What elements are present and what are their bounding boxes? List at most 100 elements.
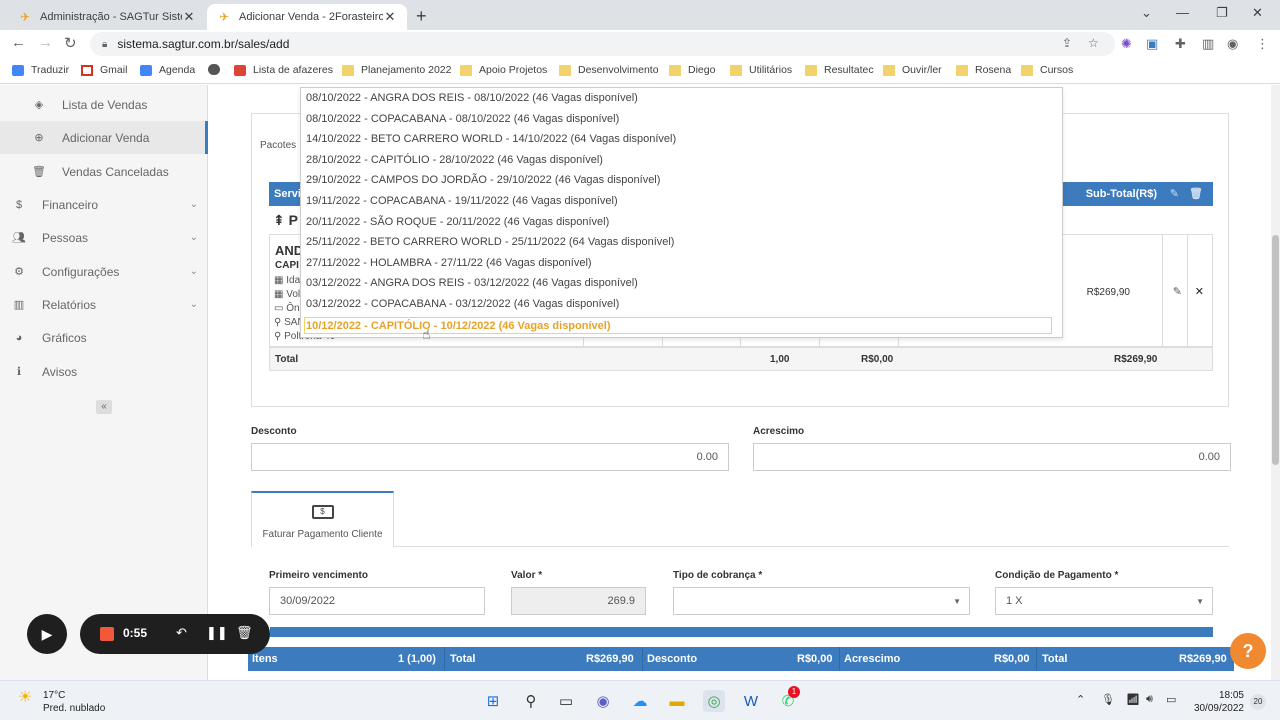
primeiro-vencimento-input[interactable]: 30/09/2022 xyxy=(269,587,485,615)
package-option[interactable]: 03/12/2022 - COPACABANA - 03/12/2022 (46… xyxy=(305,296,1053,313)
file-explorer-icon[interactable]: ▬ xyxy=(666,690,688,712)
bookmark-lista-afazeres[interactable]: Lista de afazeres xyxy=(234,64,333,76)
page-scrollbar[interactable] xyxy=(1271,85,1280,680)
volume-icon[interactable]: 🔊︎ xyxy=(1146,693,1153,706)
help-button[interactable]: ? xyxy=(1230,633,1266,669)
bookmark-resultatec[interactable]: Resultatec xyxy=(805,64,874,76)
word-icon[interactable]: W xyxy=(740,690,762,712)
sidebar-item-pessoas[interactable]: 👥︎ Pessoas ⌄ xyxy=(0,221,208,254)
package-option[interactable]: 19/11/2022 - COPACABANA - 19/11/2022 (46… xyxy=(305,193,1053,210)
bookmark-apoio-projetos[interactable]: Apoio Projetos xyxy=(460,64,547,76)
system-clock[interactable]: 18:05 30/09/2022 xyxy=(1192,689,1244,715)
tab-faturar-pagamento[interactable]: $ Faturar Pagamento Cliente xyxy=(251,491,394,547)
bookmark-label: Rosena xyxy=(975,64,1012,76)
close-tab-icon[interactable]: ✕ xyxy=(383,9,397,25)
tab-search-icon[interactable]: ⌄ xyxy=(1141,5,1152,21)
close-window-icon[interactable]: ✕ xyxy=(1252,5,1263,21)
extension-gear-icon[interactable]: ✺ xyxy=(1121,36,1132,52)
sidebar-item-avisos[interactable]: ℹ Avisos xyxy=(0,355,208,388)
scrollbar-thumb[interactable] xyxy=(1272,235,1279,465)
browser-tab-adicionar-venda[interactable]: ✈ Adicionar Venda - 2Forasteiros ✕ xyxy=(207,4,407,30)
sidebar-item-label: Avisos xyxy=(42,364,78,379)
summary-acrescimo-value: R$0,00 xyxy=(994,653,1030,665)
bookmark-desenvolvimento[interactable]: Desenvolvimento xyxy=(559,64,659,76)
sidebar-item-vendas-canceladas[interactable]: 🗑︎ Vendas Canceladas xyxy=(0,155,208,188)
bookmark-agenda[interactable]: Agenda xyxy=(140,64,195,76)
question-icon: ? xyxy=(1242,640,1254,661)
folder-icon xyxy=(559,64,571,76)
package-option[interactable]: 29/10/2022 - CAMPOS DO JORDÃO - 29/10/20… xyxy=(305,172,1053,189)
desconto-input[interactable]: 0.00 xyxy=(251,443,729,471)
onedrive-icon[interactable]: ☁ xyxy=(629,690,651,712)
close-tab-icon[interactable]: ✕ xyxy=(182,9,196,25)
maximize-icon[interactable]: ❐ xyxy=(1216,5,1228,21)
stop-recording-button[interactable] xyxy=(100,627,114,641)
edit-icon[interactable]: ✎ xyxy=(1170,187,1179,200)
tipo-cobranca-select[interactable]: ▼ xyxy=(673,587,970,615)
package-option[interactable]: 28/10/2022 - CAPITÓLIO - 28/10/2022 (46 … xyxy=(305,152,1053,169)
package-option[interactable]: 08/10/2022 - COPACABANA - 08/10/2022 (46… xyxy=(305,111,1053,128)
remove-icon[interactable]: ✕ xyxy=(1195,285,1204,298)
undo-icon[interactable]: ↶ xyxy=(176,625,187,641)
profile-avatar-icon[interactable]: ◉ xyxy=(1227,36,1238,52)
bookmark-traduzir[interactable]: Traduzir xyxy=(12,64,69,76)
forward-icon[interactable]: → xyxy=(38,34,53,51)
task-view-icon[interactable]: ▭ xyxy=(555,690,577,712)
microphone-icon[interactable]: 🎙︎ xyxy=(1101,693,1115,706)
notification-badge[interactable]: 20 xyxy=(1250,694,1266,710)
teams-chat-icon[interactable]: ◉ xyxy=(592,690,614,712)
edit-icon[interactable]: ✎ xyxy=(1173,285,1182,298)
sidebar-item-label: Configurações xyxy=(42,264,120,279)
bookmark-utilitarios[interactable]: Utilitários xyxy=(730,64,792,76)
bookmark-gmail[interactable]: Gmail xyxy=(81,64,127,76)
sidebar-item-adicionar-venda[interactable]: ⊕ Adicionar Venda xyxy=(0,121,208,154)
sidebar-item-configuracoes[interactable]: ⚙ Configurações ⌄ xyxy=(0,255,208,288)
chrome-icon[interactable]: ◎ xyxy=(703,690,725,712)
reload-icon[interactable]: ↻ xyxy=(64,34,77,52)
new-tab-icon[interactable]: + xyxy=(416,6,427,27)
tab-pacotes[interactable]: Pacotes xyxy=(260,140,296,151)
battery-icon[interactable]: ▭ xyxy=(1166,693,1176,706)
windows-start-icon[interactable]: ⊞ xyxy=(482,690,504,712)
bookmark-cursos[interactable]: Cursos xyxy=(1021,64,1073,76)
package-option[interactable]: 10/12/2022 - CAPITÓLIO - 10/12/2022 (46 … xyxy=(304,316,1052,334)
trash-icon[interactable]: 🗑︎ xyxy=(1189,187,1203,200)
trash-icon[interactable]: 🗑︎ xyxy=(236,625,253,641)
sidebar-item-financeiro[interactable]: $ Financeiro ⌄ xyxy=(0,188,208,221)
pause-icon[interactable]: ❚❚ xyxy=(206,625,228,641)
bookmark-diego[interactable]: Diego xyxy=(669,64,715,76)
menu-kebab-icon[interactable]: ⋮ xyxy=(1256,36,1269,52)
services-total-row: Total 1,00 R$0,00 R$269,90 xyxy=(269,347,1213,371)
package-option[interactable]: 25/11/2022 - BETO CARRERO WORLD - 25/11/… xyxy=(305,234,1053,251)
bookmark-star-icon[interactable]: ☆ xyxy=(1088,36,1099,50)
package-option[interactable]: 03/12/2022 - ANGRA DOS REIS - 03/12/2022… xyxy=(305,275,1053,292)
wifi-icon[interactable]: 📶︎ xyxy=(1126,693,1140,706)
minimize-icon[interactable]: — xyxy=(1176,5,1189,20)
chevron-up-icon[interactable]: ⌃ xyxy=(1076,693,1085,706)
sidebar-item-graficos[interactable]: ◕ Gráficos xyxy=(0,321,208,354)
sidebar-item-lista-vendas[interactable]: ◈ Lista de Vendas xyxy=(0,88,208,121)
collapse-sidebar-button[interactable]: « xyxy=(96,400,112,414)
sidebar-item-relatorios[interactable]: ▥ Relatórios ⌄ xyxy=(0,288,208,321)
summary-divider xyxy=(444,647,445,671)
package-option[interactable]: 20/11/2022 - SÃO ROQUE - 20/11/2022 (46 … xyxy=(305,214,1053,231)
bookmark-rosena[interactable]: Rosena xyxy=(956,64,1011,76)
condicao-pagamento-select[interactable]: 1 X ▼ xyxy=(995,587,1213,615)
recorder-camera-button[interactable]: ▶︎ xyxy=(27,614,67,654)
package-option[interactable]: 14/10/2022 - BETO CARRERO WORLD - 14/10/… xyxy=(305,131,1053,148)
extension-new-icon[interactable]: ▣ xyxy=(1146,36,1158,52)
package-option[interactable]: 27/11/2022 - HOLAMBRA - 27/11/22 (46 Vag… xyxy=(305,255,1053,272)
package-option[interactable]: 08/10/2022 - ANGRA DOS REIS - 08/10/2022… xyxy=(305,90,1053,107)
address-bar[interactable]: 🔒︎ sistema.sagtur.com.br/sales/add xyxy=(90,32,1115,56)
extensions-puzzle-icon[interactable]: ✚ xyxy=(1175,36,1186,52)
bookmark-ouvir-ler[interactable]: Ouvir/ler xyxy=(883,64,942,76)
share-icon[interactable]: ⇪ xyxy=(1062,36,1072,50)
bookmark-planejamento[interactable]: Planejamento 2022 xyxy=(342,64,452,76)
acrescimo-input[interactable]: 0.00 xyxy=(753,443,1231,471)
search-icon[interactable]: ⚲ xyxy=(520,690,542,712)
back-icon[interactable]: ← xyxy=(11,34,26,51)
bookmark-globe[interactable] xyxy=(208,64,227,75)
browser-tab-admin[interactable]: ✈ Administração - SAGTur Sistema ✕ xyxy=(8,4,206,30)
sidepanel-icon[interactable]: ▥ xyxy=(1202,36,1214,52)
weather-widget[interactable]: ☀ 17°C Pred. nublado xyxy=(18,689,105,715)
